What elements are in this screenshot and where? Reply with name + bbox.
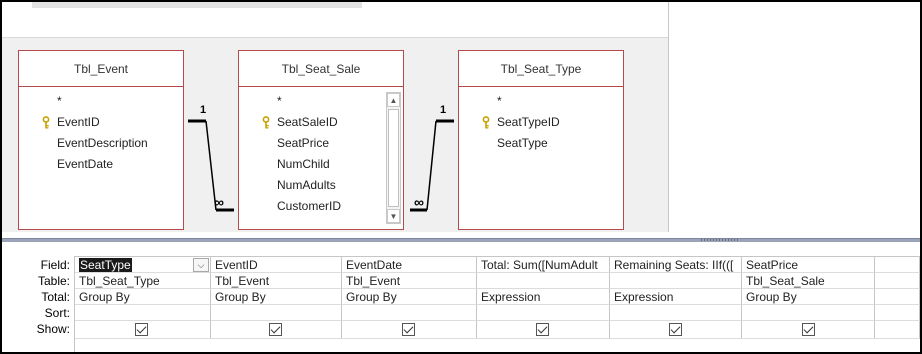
row-label-sort: Sort: [44, 306, 70, 320]
field-all[interactable]: * [19, 91, 183, 112]
table-title[interactable]: Tbl_Seat_Type [459, 51, 623, 87]
grid-row-total: Total: Group By Group By Group By Expres… [2, 289, 920, 305]
row-label-table: Table: [37, 274, 70, 288]
grid-cell-total[interactable]: Expression [477, 289, 610, 305]
grid-cell-show [610, 321, 742, 339]
field-all[interactable]: * [239, 91, 403, 112]
grid-cell-show [342, 321, 477, 339]
grid-cell-sort[interactable] [875, 305, 920, 321]
grid-row-field: Field: SeatType ⌵ EventID EventDate Tota… [2, 257, 920, 273]
table-title[interactable]: Tbl_Event [19, 51, 183, 87]
design-pane-divider [668, 2, 669, 232]
grid-row-show: Show: [2, 321, 920, 339]
show-checkbox[interactable] [536, 323, 549, 336]
relationship-many-label: ∞ [214, 194, 224, 210]
grid-cell-show[interactable] [875, 321, 920, 339]
relationship-many-label: ∞ [414, 194, 424, 210]
relationship-one-label: 1 [440, 104, 447, 116]
grid-cell-table[interactable]: Tbl_Event [211, 273, 342, 289]
field-numadults[interactable]: NumAdults [239, 175, 403, 196]
grid-cell-table[interactable]: Tbl_Event [342, 273, 477, 289]
grid-cell-show [742, 321, 875, 339]
row-label-field: Field: [40, 258, 70, 272]
table-tbl-seat-type[interactable]: Tbl_Seat_Type * SeatTypeID SeatType [458, 50, 624, 230]
grid-row-table: Table: Tbl_Seat_Type Tbl_Event Tbl_Event… [2, 273, 920, 289]
grid-cell-table[interactable] [875, 273, 920, 289]
primary-key-icon [262, 116, 270, 129]
grid-cell-table[interactable]: Tbl_Seat_Sale [742, 273, 875, 289]
table-tbl-event[interactable]: Tbl_Event * EventID EventDescription Eve… [18, 50, 184, 230]
table-tbl-seat-sale[interactable]: Tbl_Seat_Sale * SeatSaleID SeatPrice Num… [238, 50, 404, 230]
grid-cell-show [75, 321, 211, 339]
grid-cell-total[interactable]: Expression [610, 289, 742, 305]
field-seatprice[interactable]: SeatPrice [239, 133, 403, 154]
field-seattypeid[interactable]: SeatTypeID [459, 112, 623, 133]
show-checkbox[interactable] [135, 323, 148, 336]
grid-cell-total[interactable]: Group By [342, 289, 477, 305]
scroll-thumb[interactable] [388, 109, 399, 207]
grid-cell-total[interactable]: Group By [211, 289, 342, 305]
scroll-up-icon[interactable]: ▲ [387, 93, 400, 107]
grid-cell-sort[interactable] [342, 305, 477, 321]
row-label-total: Total: [41, 290, 70, 304]
grid-cell-field[interactable]: Remaining Seats: IIf(([ [610, 257, 742, 273]
pane-splitter[interactable] [2, 238, 920, 242]
grid-cell-sort[interactable] [477, 305, 610, 321]
field-all[interactable]: * [459, 91, 623, 112]
primary-key-icon [482, 116, 490, 129]
field-eventdescription[interactable]: EventDescription [19, 133, 183, 154]
show-checkbox[interactable] [402, 323, 415, 336]
grid-cell-table[interactable]: Tbl_Seat_Type [75, 273, 211, 289]
field-eventid[interactable]: EventID [19, 112, 183, 133]
field-seatsaleid[interactable]: SeatSaleID [239, 112, 403, 133]
scroll-down-icon[interactable]: ▼ [387, 209, 400, 223]
grid-cell-table[interactable] [610, 273, 742, 289]
grid-row-sort: Sort: [2, 305, 920, 321]
show-checkbox[interactable] [269, 323, 282, 336]
grid-cell-show [211, 321, 342, 339]
chevron-down-icon[interactable]: ⌵ [193, 258, 209, 272]
field-seattype[interactable]: SeatType [459, 133, 623, 154]
design-pane-header-strip [2, 2, 668, 38]
grid-cell-sort[interactable] [742, 305, 875, 321]
grid-cell-field[interactable]: Total: Sum([NumAdult [477, 257, 610, 273]
grid-cell-table[interactable] [477, 273, 610, 289]
design-pane-blank-area [668, 2, 920, 232]
grid-cell-field[interactable]: SeatPrice [742, 257, 875, 273]
grid-cell-field[interactable]: SeatType [75, 257, 211, 273]
grid-cell-field[interactable]: EventID [211, 257, 342, 273]
show-checkbox[interactable] [669, 323, 682, 336]
grid-cell-field[interactable] [875, 257, 920, 273]
grid-cell-sort[interactable] [610, 305, 742, 321]
grid-cell-total[interactable]: Group By [742, 289, 875, 305]
field-numchild[interactable]: NumChild [239, 154, 403, 175]
row-label-show: Show: [36, 322, 70, 336]
grid-cell-sort[interactable] [211, 305, 342, 321]
relationship-one-label: 1 [200, 104, 207, 116]
table-title[interactable]: Tbl_Seat_Sale [239, 51, 403, 87]
field-eventdate[interactable]: EventDate [19, 154, 183, 175]
grid-cell-sort[interactable] [75, 305, 211, 321]
grid-cell-total[interactable]: Group By [75, 289, 211, 305]
field-customerid[interactable]: CustomerID [239, 196, 403, 217]
grid-cell-total[interactable] [875, 289, 920, 305]
primary-key-icon [42, 116, 50, 129]
splitter-grip-icon[interactable] [700, 239, 740, 241]
field-list-scrollbar[interactable]: ▲ ▼ [386, 92, 401, 224]
grid-cell-field[interactable]: EventDate [342, 257, 477, 273]
show-checkbox[interactable] [802, 323, 815, 336]
grid-cell-show [477, 321, 610, 339]
